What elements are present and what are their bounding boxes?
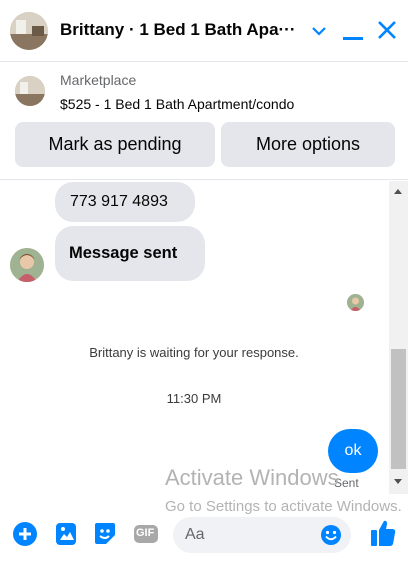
gif-icon[interactable]: GIF [133, 521, 159, 547]
minimize-icon[interactable] [343, 29, 363, 47]
sender-avatar[interactable] [10, 248, 44, 282]
chat-header: Brittany · 1 Bed 1 Bath Apa··· [0, 0, 408, 62]
mark-as-pending-button[interactable]: Mark as pending [15, 122, 215, 167]
more-options-button[interactable]: More options [221, 122, 395, 167]
read-receipt-avatar [347, 294, 364, 311]
waiting-notice: Brittany is waiting for your response. [89, 345, 299, 360]
message-bubble-sent-notice: Message sent [55, 226, 205, 281]
message-composer: GIF Aa [0, 510, 408, 568]
gif-label: GIF [136, 527, 155, 539]
message-input[interactable]: Aa [173, 517, 351, 553]
marketplace-listing: Marketplace $525 - 1 Bed 1 Bath Apartmen… [0, 62, 408, 180]
scroll-up-arrow-icon[interactable] [394, 189, 402, 194]
listing-thumbnail[interactable] [15, 76, 45, 106]
chevron-down-icon[interactable] [311, 24, 327, 42]
listing-title[interactable]: $525 - 1 Bed 1 Bath Apartment/condo [60, 96, 294, 112]
message-list[interactable]: 773 917 4893 Message sent Brittany is wa… [0, 181, 408, 510]
message-input-placeholder: Aa [185, 526, 205, 543]
image-icon[interactable] [53, 521, 79, 547]
close-icon[interactable] [377, 20, 397, 45]
contact-avatar[interactable] [10, 12, 48, 50]
activate-windows-watermark: Activate Windows [165, 465, 339, 490]
conversation-title[interactable]: Brittany · 1 Bed 1 Bath Apa··· [60, 20, 298, 44]
marketplace-label: Marketplace [60, 72, 137, 88]
message-timestamp: 11:30 PM [166, 391, 222, 406]
sticker-icon[interactable] [92, 521, 118, 547]
message-bubble-phone: 773 917 4893 [55, 182, 195, 222]
scroll-down-arrow-icon[interactable] [394, 479, 402, 484]
plus-icon[interactable] [12, 521, 38, 547]
scroll-thumb[interactable] [391, 349, 406, 469]
emoji-icon[interactable] [320, 524, 342, 551]
chat-scrollbar[interactable] [389, 181, 408, 494]
thumbs-up-icon[interactable] [369, 518, 397, 548]
